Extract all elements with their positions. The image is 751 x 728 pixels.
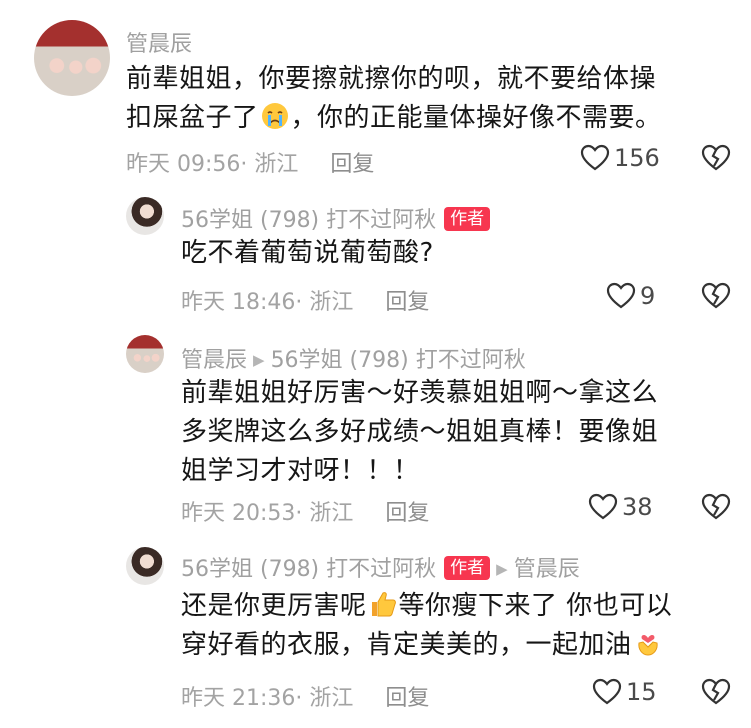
comment-text-segment: 扣屎盆子了 — [126, 103, 259, 133]
comment-time: 昨天 18:46 — [181, 290, 296, 315]
comment-location: · 浙江 — [240, 152, 299, 177]
comment-text-segment: 穿好看的衣服，肯定美美的，一起加油 — [181, 630, 632, 660]
author-name: 56学姐 (798) 打不过阿秋 — [181, 557, 437, 582]
reply-to-name: 管晨辰 — [513, 557, 580, 582]
dislike-icon[interactable] — [700, 282, 732, 310]
heart-icon — [592, 678, 622, 705]
avatar[interactable] — [126, 197, 164, 235]
reply-button[interactable]: 回复 — [385, 686, 429, 711]
comment-time: 昨天 09:56 — [126, 152, 241, 177]
comment-time: 昨天 21:36 — [181, 686, 296, 711]
comment-text-segment: ，你的正能量体操好像不需要。 — [290, 103, 662, 133]
comment-line: 前辈姐姐好厉害～好羡慕姐姐啊～拿这么 — [181, 378, 659, 408]
comment-author[interactable]: 管晨辰 — [126, 26, 192, 58]
avatar[interactable] — [126, 547, 164, 585]
comment-text: 吃不着葡萄说葡萄酸? — [181, 234, 731, 273]
comment-author[interactable]: 56学姐 (798) 打不过阿秋 作者 ▶ 管晨辰 — [181, 551, 580, 583]
comment-meta: 昨天 09:56· 浙江 回复 — [126, 146, 374, 178]
heart-icon — [580, 144, 610, 171]
avatar[interactable] — [34, 20, 110, 96]
reply-arrow-icon: ▶ — [496, 560, 508, 578]
like-button[interactable]: 156 — [580, 144, 660, 172]
like-count: 15 — [626, 678, 657, 706]
comment-text-segment: 等你瘦下来了 你也可以 — [398, 591, 673, 621]
reply-button[interactable]: 回复 — [330, 152, 374, 177]
comment-meta: 昨天 18:46· 浙江 回复 — [181, 284, 429, 316]
comment-line: 姐学习才对呀！！！ — [181, 456, 420, 486]
like-button[interactable]: 9 — [606, 282, 655, 310]
like-count: 9 — [640, 282, 656, 310]
comment-reply: 56学姐 (798) 打不过阿秋 作者 吃不着葡萄说葡萄酸? 昨天 18:46· … — [0, 190, 751, 330]
dislike-icon[interactable] — [700, 678, 732, 706]
comment-meta: 昨天 21:36· 浙江 回复 — [181, 680, 429, 712]
comment-text-segment: 还是你更厉害呢 — [181, 591, 367, 621]
comment-line: 前辈姐姐，你要擦就擦你的呗，就不要给体操 — [126, 64, 657, 94]
fist-bump-heart-icon — [637, 635, 658, 656]
comment-meta: 昨天 20:53· 浙江 回复 — [181, 495, 429, 527]
comment-line: 穿好看的衣服，肯定美美的，一起加油 — [181, 626, 741, 665]
author-name: 管晨辰 — [181, 348, 248, 373]
comment-author[interactable]: 管晨辰 ▶ 56学姐 (798) 打不过阿秋 — [181, 342, 526, 374]
avatar[interactable] — [126, 335, 164, 373]
like-button[interactable]: 38 — [588, 493, 653, 521]
comment-line: 吃不着葡萄说葡萄酸? — [181, 238, 434, 268]
thumbs-up-icon — [371, 592, 396, 617]
comment-reply: 56学姐 (798) 打不过阿秋 作者 ▶ 管晨辰 还是你更厉害呢 等你瘦下来了 你也可… — [0, 535, 751, 728]
comment-location: · 浙江 — [295, 290, 354, 315]
reply-to-name: 56学姐 (798) 打不过阿秋 — [270, 348, 526, 373]
comment-text: 前辈姐姐好厉害～好羡慕姐姐啊～拿这么 多奖牌这么多好成绩～姐姐真棒！要像姐 姐学… — [181, 374, 741, 491]
comment-text: 还是你更厉害呢 等你瘦下来了 你也可以 穿好看的衣服，肯定美美的，一起加油 — [181, 587, 741, 665]
heart-icon — [588, 493, 618, 520]
comment-line: 还是你更厉害呢 等你瘦下来了 你也可以 — [181, 587, 741, 626]
comment-time: 昨天 20:53 — [181, 501, 296, 526]
reply-button[interactable]: 回复 — [385, 501, 429, 526]
comment-top-level: 管晨辰 前辈姐姐，你要擦就擦你的呗，就不要给体操 扣屎盆子了 ，你的正能量体操好像… — [0, 0, 751, 190]
dislike-icon[interactable] — [700, 493, 732, 521]
author-name: 56学姐 (798) 打不过阿秋 — [181, 208, 437, 233]
like-button[interactable]: 15 — [592, 678, 657, 706]
crying-face-icon — [261, 103, 288, 129]
reply-button[interactable]: 回复 — [385, 290, 429, 315]
like-count: 156 — [614, 144, 660, 172]
comment-line: 扣屎盆子了 ，你的正能量体操好像不需要。 — [126, 99, 736, 138]
reply-arrow-icon: ▶ — [253, 351, 265, 369]
comment-location: · 浙江 — [295, 686, 354, 711]
author-badge: 作者 — [444, 556, 491, 580]
author-badge: 作者 — [444, 207, 491, 231]
like-count: 38 — [622, 493, 653, 521]
heart-icon — [606, 282, 636, 309]
comment-author[interactable]: 56学姐 (798) 打不过阿秋 作者 — [181, 202, 491, 234]
comment-reply: 管晨辰 ▶ 56学姐 (798) 打不过阿秋 前辈姐姐好厉害～好羡慕姐姐啊～拿这么 … — [0, 330, 751, 535]
dislike-icon[interactable] — [700, 144, 732, 172]
comment-text: 前辈姐姐，你要擦就擦你的呗，就不要给体操 扣屎盆子了 ，你的正能量体操好像不需要。 — [126, 60, 736, 138]
comment-line: 多奖牌这么多好成绩～姐姐真棒！要像姐 — [181, 417, 659, 447]
comment-location: · 浙江 — [295, 501, 354, 526]
